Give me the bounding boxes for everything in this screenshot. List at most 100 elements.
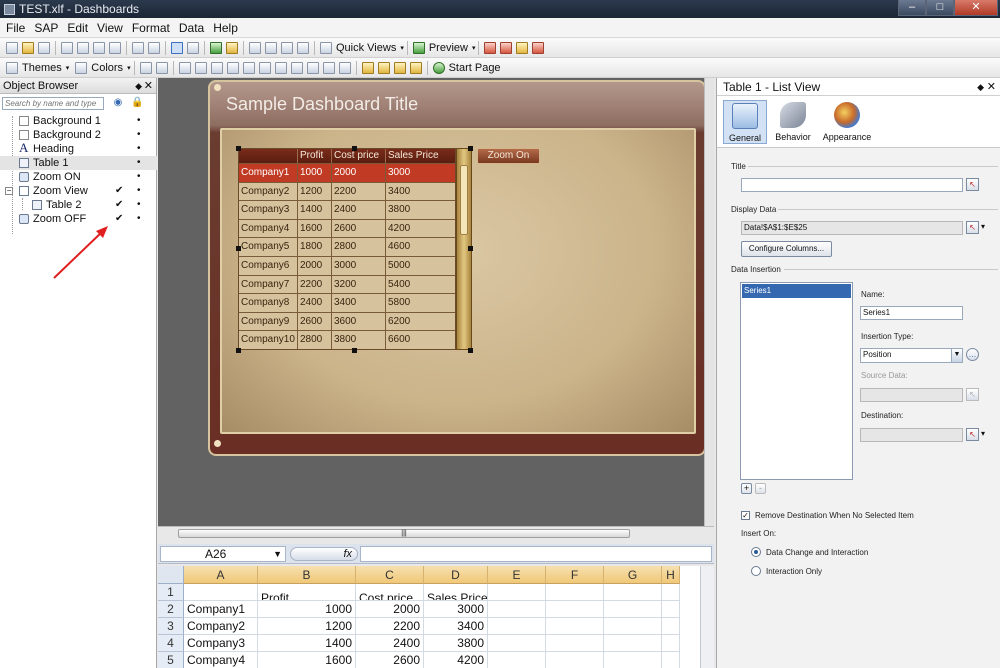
spreadsheet-grid[interactable]: ABCDEFGH 1 Profit Cost price Sales Price 2 Co… [158, 566, 714, 668]
lock-dot[interactable]: • [137, 170, 141, 184]
sheet-cell[interactable]: 4200 [424, 652, 488, 668]
same-size-icon[interactable] [338, 61, 351, 74]
chevron-down-icon[interactable]: ▾ [981, 429, 985, 438]
align-right-icon[interactable] [210, 61, 223, 74]
sheet-cell[interactable]: Company3 [184, 635, 258, 652]
sheet-cell[interactable] [546, 652, 604, 668]
selection-handle[interactable] [468, 246, 473, 251]
undo-icon[interactable] [132, 41, 144, 54]
chevron-down-icon[interactable]: ▾ [66, 64, 70, 72]
formula-input[interactable] [360, 546, 712, 562]
tab-general[interactable]: General [723, 100, 767, 144]
display-data-input[interactable]: Data!$A$1:$E$25 [741, 221, 963, 235]
quick-views-icon[interactable] [320, 41, 332, 54]
name-box[interactable]: A26 ▼ [160, 546, 286, 562]
select-all-corner[interactable] [158, 566, 184, 584]
title-input[interactable] [741, 178, 963, 192]
sheet-cell[interactable] [546, 584, 604, 601]
add-series-button[interactable]: + [741, 483, 752, 494]
sheet-cell[interactable]: 3400 [424, 618, 488, 635]
series-name-input[interactable]: Series1 [860, 306, 963, 320]
tab-appearance[interactable]: Appearance [821, 100, 873, 144]
canvas-horizontal-scroll-thumb[interactable]: ||| [178, 529, 630, 538]
table-row[interactable]: Company8 2400 3400 5800 [239, 293, 455, 312]
zoom-out-icon[interactable] [281, 41, 293, 54]
sheet-cell[interactable]: 1200 [258, 618, 356, 635]
colors-button[interactable]: Colors [91, 62, 123, 74]
save-icon[interactable] [38, 41, 50, 54]
lock-dot[interactable]: • [137, 128, 141, 142]
remove-destination-checkbox[interactable]: ✓ [741, 511, 750, 520]
select-pointer-icon[interactable] [171, 41, 183, 54]
quick-views-button[interactable]: Quick Views [336, 42, 396, 54]
object-item-table-2[interactable]: Table 2 ✔ • [0, 198, 157, 212]
themes-button[interactable]: Themes [22, 62, 62, 74]
colors-icon[interactable] [75, 61, 88, 74]
close-icon[interactable]: ✕ [987, 78, 996, 96]
collapse-icon[interactable]: − [5, 187, 13, 195]
sheet-cell[interactable]: Profit [258, 584, 356, 601]
sheet-cell[interactable]: 1000 [258, 601, 356, 618]
column-header[interactable]: C [356, 566, 424, 584]
table-scroll-thumb[interactable] [460, 165, 468, 235]
radio-data-change-and-interaction[interactable] [751, 547, 761, 557]
zoom-in-icon[interactable] [265, 41, 277, 54]
pin-icon[interactable]: ◆ [977, 78, 984, 96]
sheet-cell[interactable]: Company1 [184, 601, 258, 618]
paste-icon[interactable] [109, 41, 121, 54]
menu-data[interactable]: Data [179, 21, 204, 35]
row-header[interactable]: 2 [158, 601, 184, 618]
sheet-cell[interactable] [546, 635, 604, 652]
menu-view[interactable]: View [97, 21, 123, 35]
table-row[interactable]: Company1 1000 2000 3000 [239, 163, 455, 182]
group-icon[interactable] [139, 61, 152, 74]
zoom-on-button[interactable]: Zoom On [477, 148, 540, 164]
sheet-cell[interactable] [488, 618, 546, 635]
table-row[interactable]: Company10 2800 3800 6600 [239, 330, 455, 349]
menu-edit[interactable]: Edit [67, 21, 88, 35]
row-header[interactable]: 4 [158, 635, 184, 652]
bring-to-front-icon[interactable] [361, 61, 374, 74]
refresh-icon[interactable] [210, 41, 222, 54]
tab-behavior[interactable]: Behavior [771, 100, 815, 144]
copy-icon[interactable] [93, 41, 105, 54]
export-swf-icon[interactable] [516, 41, 529, 54]
insertion-type-select[interactable]: Position ▼ [860, 348, 963, 363]
sheet-cell[interactable]: 1600 [258, 652, 356, 668]
send-backward-icon[interactable] [409, 61, 422, 74]
same-width-icon[interactable] [306, 61, 319, 74]
selection-handle[interactable] [352, 348, 357, 353]
sheet-cell[interactable] [488, 601, 546, 618]
dashboard-heading[interactable]: Sample Dashboard Title [226, 94, 418, 115]
remove-series-button[interactable]: - [755, 483, 766, 494]
sheet-cell[interactable] [662, 635, 680, 652]
table-row[interactable]: Company4 1600 2600 4200 [239, 218, 455, 238]
object-search-input[interactable] [2, 97, 104, 110]
zoom-icon[interactable] [297, 41, 309, 54]
info-bubble-icon[interactable]: … [966, 348, 979, 361]
table-row[interactable]: Company5 1800 2800 4600 [239, 237, 455, 256]
sheet-cell[interactable]: 2200 [356, 618, 424, 635]
align-center-icon[interactable] [194, 61, 207, 74]
canvas-vertical-scrollbar[interactable] [704, 78, 714, 526]
sheet-cell[interactable] [604, 635, 662, 652]
object-item-table-1[interactable]: Table 1 • [0, 156, 157, 170]
configure-columns-button[interactable]: Configure Columns... [741, 241, 832, 257]
lock-dot[interactable]: • [137, 114, 141, 128]
selection-handle[interactable] [468, 348, 473, 353]
lock-dot[interactable]: • [137, 156, 141, 170]
sheet-cell[interactable]: Company4 [184, 652, 258, 668]
chevron-down-icon[interactable]: ▾ [400, 44, 404, 52]
sheet-cell[interactable]: 2600 [356, 652, 424, 668]
lock-dot[interactable]: • [137, 198, 141, 212]
canvas-horizontal-scrollbar[interactable]: ||| [158, 526, 714, 540]
start-page-icon[interactable] [432, 61, 445, 74]
object-item-zoom-on[interactable]: Zoom ON • [0, 170, 157, 184]
sheet-cell[interactable]: Sales Price [424, 584, 488, 601]
sheet-vertical-scrollbar[interactable] [700, 566, 714, 668]
table-row[interactable]: Company7 2200 3200 5400 [239, 274, 455, 294]
sheet-cell[interactable] [662, 601, 680, 618]
align-left-icon[interactable] [178, 61, 191, 74]
selection-handle[interactable] [468, 146, 473, 151]
distribute-vertical-icon[interactable] [290, 61, 303, 74]
